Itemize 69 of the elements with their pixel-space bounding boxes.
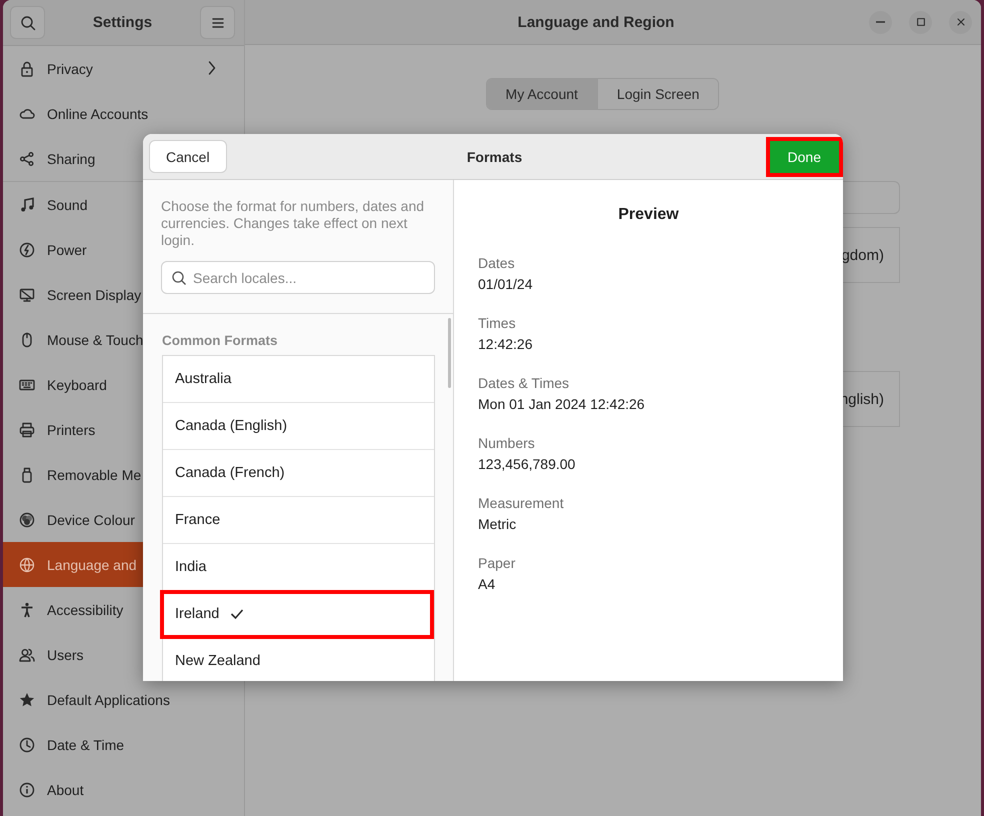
segment-tab[interactable]: Login Screen — [596, 79, 718, 109]
sidebar-item[interactable]: Device Colour — [3, 497, 143, 542]
page-title: Language and Region — [516, 14, 676, 30]
field-label: Numbers — [478, 435, 536, 453]
preview-title: Preview — [617, 206, 680, 224]
search-icon — [171, 270, 187, 286]
sidebar-item[interactable]: Online Accounts — [3, 91, 244, 136]
sidebar-item[interactable]: Printers — [3, 407, 143, 452]
checkmark-icon — [230, 608, 244, 620]
section-heading: Common Formats — [162, 333, 279, 348]
clock-icon — [19, 736, 35, 752]
scrollbar[interactable] — [448, 318, 451, 388]
star-icon — [19, 692, 35, 708]
locale-item[interactable]: India — [163, 544, 434, 591]
field-value: Mon 01 Jan 2024 12:42:26 — [478, 396, 646, 414]
globe-icon — [19, 556, 35, 572]
description-text: Choose the format for numbers, dates and currencies. Changes take effect on next login. — [161, 198, 426, 249]
close-button[interactable] — [949, 10, 972, 34]
sidebar-item[interactable]: Mouse & Touch — [3, 317, 143, 362]
locale-item[interactable]: Canada (English) — [163, 403, 434, 450]
segment-tab[interactable]: My Account — [486, 79, 597, 109]
field-label: Dates — [478, 255, 516, 273]
search-icon — [20, 14, 36, 30]
maximize-icon — [914, 16, 926, 28]
locale-item[interactable]: Ireland — [161, 591, 433, 638]
field-label: Measurement — [478, 495, 565, 513]
music-note-icon — [19, 196, 35, 212]
sidebar-item[interactable]: Sound — [3, 182, 143, 227]
field-label: Paper — [478, 555, 516, 573]
field-value: 123,456,789.00 — [478, 456, 576, 474]
monitor-icon — [19, 286, 35, 302]
locale-item[interactable]: Australia — [163, 356, 434, 403]
dialog-title: Formats — [466, 148, 522, 164]
sidebar-item[interactable]: Accessibility — [3, 587, 143, 632]
sidebar-item[interactable]: Language and — [3, 542, 143, 587]
search-button[interactable] — [10, 6, 45, 39]
close-icon — [954, 16, 966, 28]
accessibility-icon — [19, 602, 35, 618]
minimize-icon — [876, 21, 885, 23]
maximize-button[interactable] — [909, 10, 932, 34]
users-icon — [19, 646, 35, 662]
search-field[interactable]: Search locales... — [161, 261, 435, 294]
chevron-right-icon — [208, 60, 216, 76]
sidebar-item[interactable]: Date & Time — [3, 722, 244, 767]
sidebar-item[interactable]: Keyboard — [3, 362, 143, 407]
sidebar-item[interactable]: Sharing — [3, 136, 143, 181]
locale-item[interactable]: France — [163, 497, 434, 544]
sidebar-item[interactable]: Removable Me — [3, 452, 143, 497]
field-value: A4 — [478, 576, 496, 594]
color-wheel-icon — [19, 512, 35, 528]
field-label: Dates & Times — [478, 375, 570, 393]
sidebar-item[interactable]: Power — [3, 227, 143, 272]
field-value: 01/01/24 — [478, 276, 534, 294]
cancel-button[interactable]: Cancel — [149, 140, 227, 173]
sidebar-item[interactable]: About — [3, 767, 244, 812]
field-value: Metric — [478, 516, 518, 534]
power-icon — [19, 242, 35, 258]
window-title: Settings — [92, 14, 152, 31]
field-label: Times — [478, 315, 517, 333]
locale-item[interactable]: Canada (French) — [163, 450, 434, 497]
menu-button[interactable] — [200, 6, 235, 39]
share-icon — [19, 150, 35, 166]
lock-icon — [19, 60, 35, 76]
sidebar-item[interactable]: Privacy — [3, 46, 244, 91]
sidebar-item[interactable]: Users — [3, 632, 143, 677]
field-value: 12:42:26 — [478, 336, 534, 354]
info-icon — [19, 782, 35, 798]
printer-icon — [19, 422, 35, 438]
sidebar-item[interactable]: Screen Display — [3, 272, 143, 317]
